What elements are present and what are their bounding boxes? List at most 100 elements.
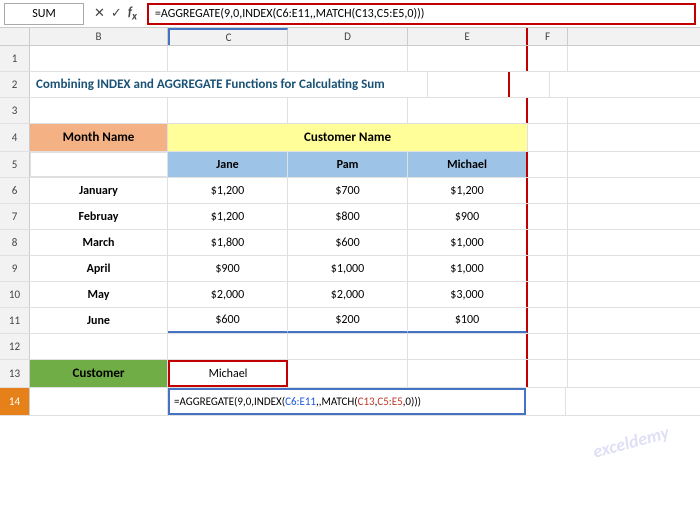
cell-month-name[interactable]: Month Name: [30, 124, 168, 151]
cell-c8[interactable]: $1,800: [168, 230, 288, 255]
cell-f3: [528, 98, 568, 123]
table-row: 2 Combining INDEX and AGGREGATE Function…: [0, 72, 700, 98]
cell-d11[interactable]: $200: [288, 308, 408, 333]
table-row: 11 June $600 $200 $100: [0, 308, 700, 334]
row-header-12: 12: [0, 334, 30, 359]
cell-f12: [528, 334, 568, 359]
cell-e6[interactable]: $1,200: [408, 178, 528, 203]
cell-d9[interactable]: $1,000: [288, 256, 408, 281]
cell-b6[interactable]: January: [30, 178, 168, 203]
cell-b1[interactable]: [30, 46, 168, 71]
cell-d8[interactable]: $600: [288, 230, 408, 255]
cell-b9[interactable]: April: [30, 256, 168, 281]
row-header-14: 14: [0, 388, 30, 415]
cell-e3[interactable]: [408, 98, 528, 123]
cell-f5: [528, 152, 568, 177]
cell-b5[interactable]: [30, 152, 168, 177]
cell-c12[interactable]: [168, 334, 288, 359]
cell-c7[interactable]: $1,200: [168, 204, 288, 229]
cell-d13[interactable]: [288, 360, 408, 387]
cell-e13[interactable]: [408, 360, 528, 387]
cell-e8[interactable]: $1,000: [408, 230, 528, 255]
cell-c1[interactable]: [168, 46, 288, 71]
cell-e11[interactable]: $100: [408, 308, 528, 333]
row-header-8: 8: [0, 230, 30, 255]
table-row: 12: [0, 334, 700, 360]
corner-cell: [0, 28, 30, 45]
cell-c6[interactable]: $1,200: [168, 178, 288, 203]
row-header-5: 5: [0, 152, 30, 177]
formula-mid: ,,MATCH(: [316, 395, 358, 408]
spreadsheet-grid: 1 2 Combining INDEX and AGGREGATE Functi…: [0, 46, 700, 416]
cell-b7[interactable]: Februay: [30, 204, 168, 229]
formula-ref3: C5:E5: [377, 395, 402, 408]
cell-d1[interactable]: [288, 46, 408, 71]
cell-d12[interactable]: [288, 334, 408, 359]
formula-text: =AGGREGATE(9,0,INDEX(C6:E11,,MATCH(C13,C…: [155, 7, 424, 21]
cell-f1: [528, 46, 568, 71]
formula-prefix: =AGGREGATE(9,0,INDEX(: [174, 395, 285, 408]
cell-customer-label[interactable]: Customer: [30, 360, 168, 387]
row-header-7: 7: [0, 204, 30, 229]
fx-icon[interactable]: fx: [128, 5, 137, 23]
formula-ref1: C6:E11: [285, 395, 316, 408]
row-header-4: 4: [0, 124, 30, 151]
cell-d10[interactable]: $2,000: [288, 282, 408, 307]
col-header-f[interactable]: F: [528, 28, 568, 45]
row-header-6: 6: [0, 178, 30, 203]
cell-customer-name-header[interactable]: Customer Name: [168, 124, 528, 151]
formula-icons: ✕ ✓ fx: [88, 5, 143, 23]
cell-f13: [528, 360, 568, 387]
cell-jane[interactable]: Jane: [168, 152, 288, 177]
cell-michael-value[interactable]: Michael: [168, 360, 288, 387]
cell-f6: [528, 178, 568, 203]
cell-michael-hdr[interactable]: Michael: [408, 152, 528, 177]
row-header-1: 1: [0, 46, 30, 71]
cell-d3[interactable]: [288, 98, 408, 123]
cell-formula-display[interactable]: =AGGREGATE(9,0,INDEX(C6:E11,,MATCH(C13,C…: [168, 388, 526, 415]
cell-b8[interactable]: March: [30, 230, 168, 255]
cell-c11[interactable]: $600: [168, 308, 288, 333]
table-row: 1: [0, 46, 700, 72]
row-header-10: 10: [0, 282, 30, 307]
cell-e9[interactable]: $1,000: [408, 256, 528, 281]
cancel-icon[interactable]: ✕: [94, 6, 105, 21]
table-row: 9 April $900 $1,000 $1,000: [0, 256, 700, 282]
cell-f10: [528, 282, 568, 307]
col-header-c[interactable]: C: [168, 28, 288, 45]
cell-pam[interactable]: Pam: [288, 152, 408, 177]
cell-b14[interactable]: [30, 388, 168, 415]
cell-c9[interactable]: $900: [168, 256, 288, 281]
col-header-d[interactable]: D: [288, 28, 408, 45]
row-header-9: 9: [0, 256, 30, 281]
cell-e2-ext: [428, 72, 510, 97]
cell-title[interactable]: Combining INDEX and AGGREGATE Functions …: [30, 72, 428, 97]
formula-input[interactable]: =AGGREGATE(9,0,INDEX(C6:E11,,MATCH(C13,C…: [147, 3, 696, 25]
cell-e1[interactable]: [408, 46, 528, 71]
col-header-b[interactable]: B: [30, 28, 168, 45]
formula-ref2: C13: [358, 395, 375, 408]
cell-f11: [528, 308, 568, 333]
table-row: 4 Month Name Customer Name: [0, 124, 700, 152]
cell-d6[interactable]: $700: [288, 178, 408, 203]
table-row: 10 May $2,000 $2,000 $3,000: [0, 282, 700, 308]
confirm-icon[interactable]: ✓: [111, 6, 122, 21]
cell-e10[interactable]: $3,000: [408, 282, 528, 307]
cell-e12[interactable]: [408, 334, 528, 359]
cell-c10[interactable]: $2,000: [168, 282, 288, 307]
name-box[interactable]: SUM: [4, 3, 84, 25]
table-row: 7 Februay $1,200 $800 $900: [0, 204, 700, 230]
cell-d7[interactable]: $800: [288, 204, 408, 229]
cell-f2: [510, 72, 550, 97]
row-header-3: 3: [0, 98, 30, 123]
column-headers: B C D E F: [0, 28, 700, 46]
cell-b11[interactable]: June: [30, 308, 168, 333]
cell-b12[interactable]: [30, 334, 168, 359]
col-header-e[interactable]: E: [408, 28, 528, 45]
cell-b3[interactable]: [30, 98, 168, 123]
cell-e7[interactable]: $900: [408, 204, 528, 229]
cell-b10[interactable]: May: [30, 282, 168, 307]
cell-f9: [528, 256, 568, 281]
cell-f4: [528, 124, 568, 151]
cell-c3[interactable]: [168, 98, 288, 123]
